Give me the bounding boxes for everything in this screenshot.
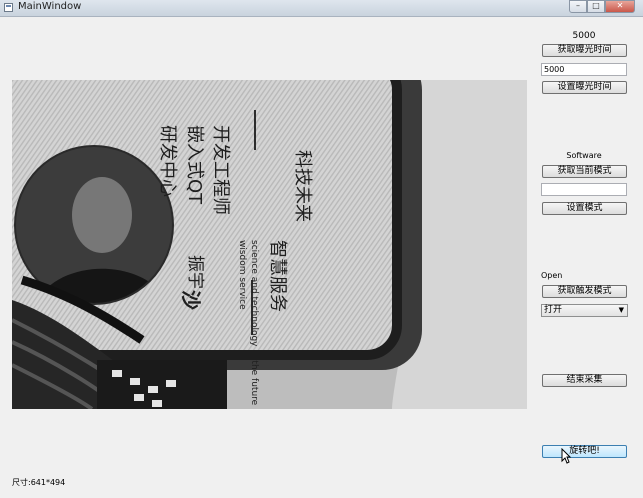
card-line-1: 研发中心 [157,125,178,197]
card-slogan-cn-2: 科技未来 [292,150,313,222]
image-size-label: 尺寸:641*494 [12,478,66,487]
card-line-2: 嵌入式QT [184,125,205,205]
exposure-input[interactable] [541,63,627,76]
trigger-value-label: Open [541,271,563,280]
rotate-button[interactable]: 旋转吧! [542,445,627,458]
exposure-value-label: 5000 [572,31,596,41]
title-bar: MainWindow [0,0,643,17]
close-button[interactable]: ✕ [605,0,635,13]
trigger-select-value: 打开 [544,305,563,315]
get-trigger-button[interactable]: 获取触发模式 [542,285,627,298]
chevron-down-icon: ▼ [618,306,624,314]
set-exposure-button[interactable]: 设置曝光时间 [542,81,627,94]
card-name-given: 振宇 [185,255,205,289]
card-slogan-en-2: science and technology in the future [249,240,259,406]
card-slogan-cn-1: 智慧服务 [267,240,288,312]
card-line-3: 开发工程师 [210,125,231,215]
camera-frame: 研发中心 嵌入式QT 开发工程师 wisdom service science … [12,80,527,409]
get-exposure-button[interactable]: 获取曝光时间 [542,44,627,57]
maximize-button[interactable]: □ [587,0,605,13]
mode-input[interactable] [541,183,627,196]
trigger-select[interactable]: 打开 ▼ [541,304,628,317]
card-name-surname: 沙 [179,290,203,310]
get-mode-button[interactable]: 获取当前模式 [542,165,627,178]
mouse-cursor-icon [561,448,571,464]
app-icon [4,3,13,12]
set-mode-button[interactable]: 设置模式 [542,202,627,215]
minimize-button[interactable]: – [569,0,587,13]
mode-value-label: Software [566,151,602,160]
window-title: MainWindow [18,1,82,12]
camera-image-view: 研发中心 嵌入式QT 开发工程师 wisdom service science … [12,80,527,409]
stop-capture-button[interactable]: 结束采集 [542,374,627,387]
card-slogan-en-1: wisdom service [237,240,247,310]
